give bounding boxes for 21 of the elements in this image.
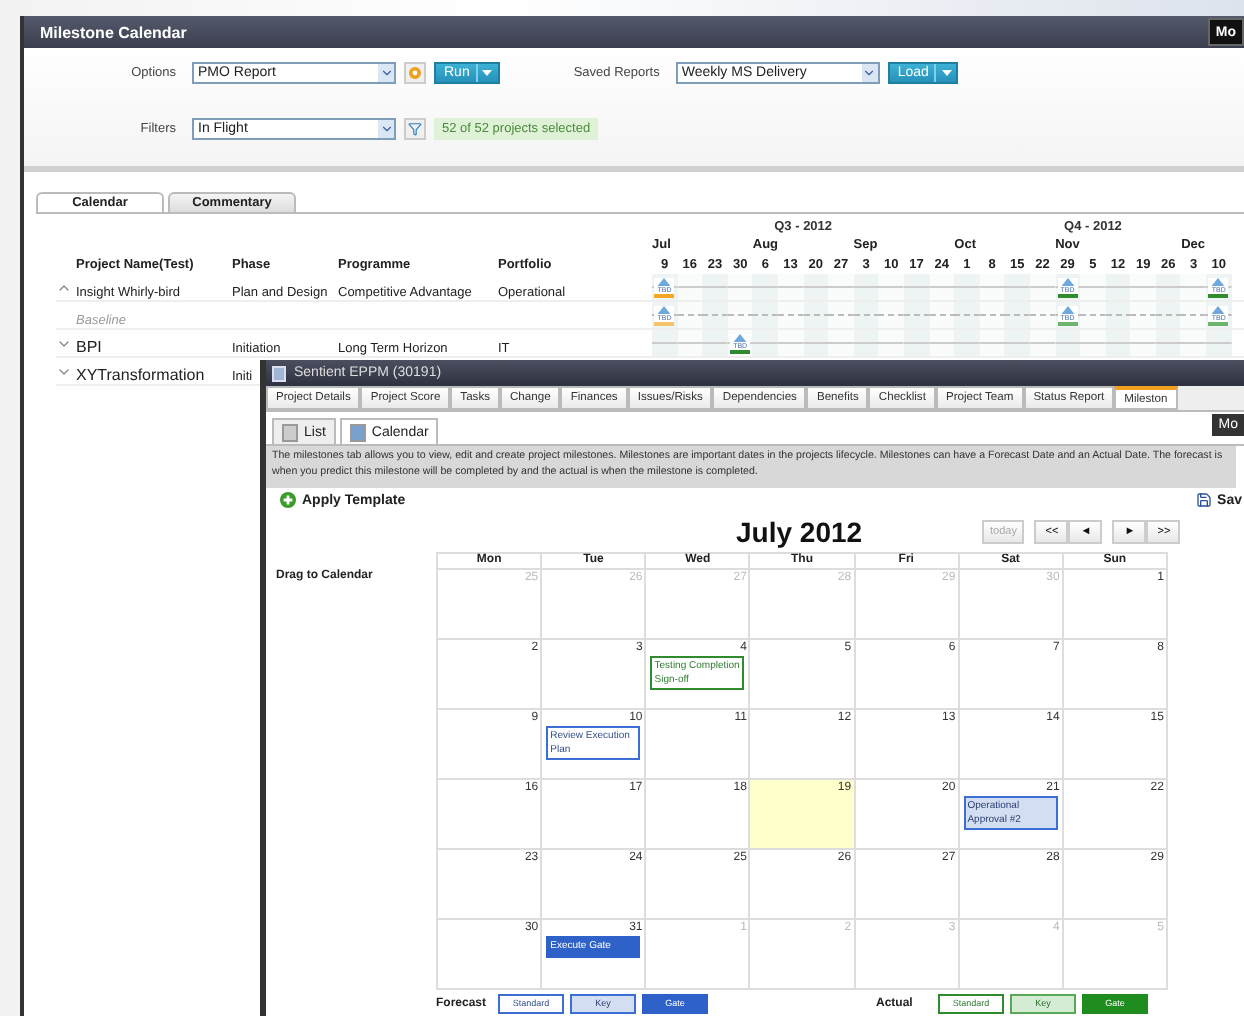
caret-icon bbox=[482, 69, 493, 75]
milestone-icon bbox=[1210, 277, 1227, 285]
chevron-down-icon bbox=[379, 65, 393, 79]
milestone-icon bbox=[1059, 305, 1076, 313]
chevron-down-icon bbox=[862, 65, 877, 79]
milestone-icon bbox=[732, 333, 749, 341]
gear-icon[interactable] bbox=[404, 61, 426, 83]
plus-icon bbox=[280, 492, 296, 508]
caret-icon bbox=[941, 69, 952, 75]
project-name: XYTransformation bbox=[76, 365, 205, 383]
calendar-title: July 2012 bbox=[736, 516, 863, 548]
milestone-icon bbox=[1059, 277, 1076, 285]
filter-icon[interactable] bbox=[404, 117, 426, 139]
milestone-icon bbox=[656, 305, 673, 313]
save-icon bbox=[1195, 492, 1212, 508]
milestone-icon bbox=[656, 277, 673, 285]
chevron-down-icon bbox=[379, 121, 393, 135]
milestone-icon bbox=[1210, 305, 1227, 313]
page-title: Milestone Calendar bbox=[38, 23, 187, 41]
window-icon bbox=[272, 365, 286, 381]
project-name: BPI bbox=[76, 337, 102, 355]
